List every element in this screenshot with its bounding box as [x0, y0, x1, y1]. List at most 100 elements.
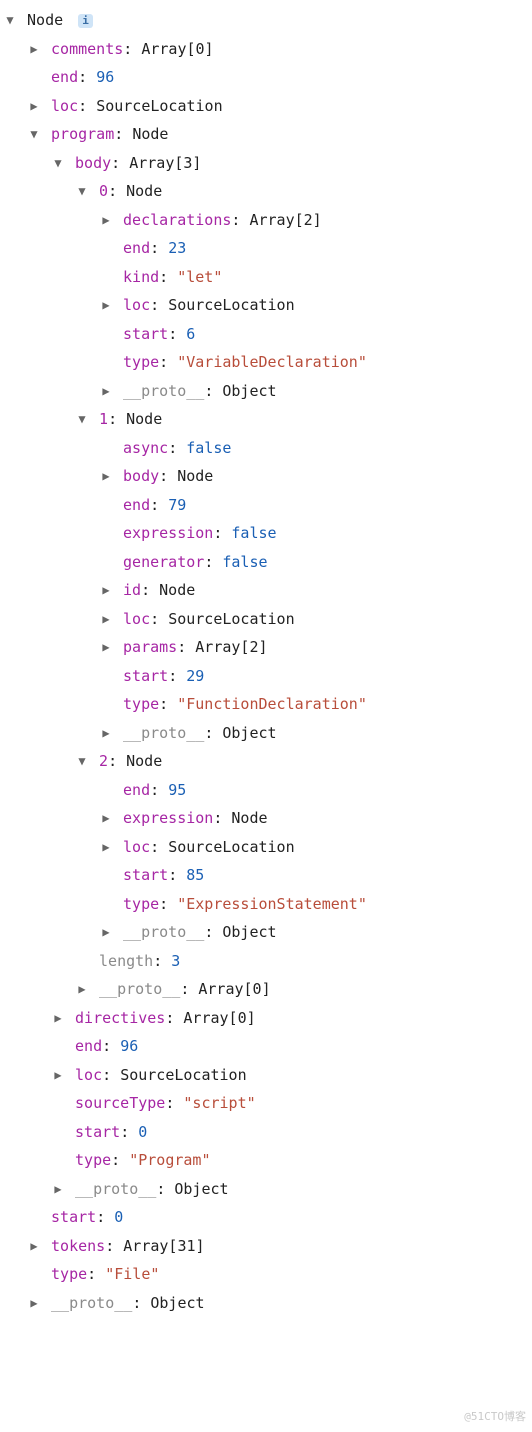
tree-row[interactable]: length: 3	[4, 947, 528, 976]
expand-arrow-closed[interactable]: ▶	[100, 579, 112, 602]
tree-row[interactable]: ▶ __proto__: Array[0]	[4, 975, 528, 1004]
tree-row[interactable]: ▶ __proto__: Object	[4, 719, 528, 748]
tree-row[interactable]: ▶ loc: SourceLocation	[4, 92, 528, 121]
expand-arrow-open[interactable]: ▼	[76, 180, 88, 203]
tree-row[interactable]: start: 85	[4, 861, 528, 890]
expand-arrow-closed[interactable]: ▶	[100, 608, 112, 631]
prop-key: __proto__	[75, 1180, 156, 1198]
tree-row[interactable]: async: false	[4, 434, 528, 463]
expand-arrow-closed[interactable]: ▶	[28, 95, 40, 118]
prop-value: 79	[168, 496, 186, 514]
expand-arrow-open[interactable]: ▼	[76, 750, 88, 773]
expand-arrow-closed[interactable]: ▶	[100, 465, 112, 488]
tree-row[interactable]: generator: false	[4, 548, 528, 577]
tree-row[interactable]: end: 79	[4, 491, 528, 520]
tree-row[interactable]: ▶ params: Array[2]	[4, 633, 528, 662]
prop-value: 29	[186, 667, 204, 685]
prop-value: Node	[231, 809, 267, 827]
expand-arrow-closed[interactable]: ▶	[100, 722, 112, 745]
prop-key: type	[123, 695, 159, 713]
expand-arrow-open[interactable]: ▼	[4, 9, 16, 32]
tree-row[interactable]: ▶ tokens: Array[31]	[4, 1232, 528, 1261]
expand-arrow-closed[interactable]: ▶	[52, 1007, 64, 1030]
tree-row[interactable]: start: 29	[4, 662, 528, 691]
expand-arrow-open[interactable]: ▼	[76, 408, 88, 431]
prop-key: program	[51, 125, 114, 143]
tree-row[interactable]: ▶ __proto__: Object	[4, 1175, 528, 1204]
tree-row[interactable]: expression: false	[4, 519, 528, 548]
tree-row[interactable]: ▶ declarations: Array[2]	[4, 206, 528, 235]
prop-key: loc	[123, 610, 150, 628]
tree-row[interactable]: ▶ directives: Array[0]	[4, 1004, 528, 1033]
tree-row[interactable]: type: "Program"	[4, 1146, 528, 1175]
prop-value: Array[0]	[141, 40, 213, 58]
tree-row[interactable]: start: 0	[4, 1203, 528, 1232]
expand-arrow-closed[interactable]: ▶	[100, 807, 112, 830]
prop-value: Node	[132, 125, 168, 143]
tree-row[interactable]: ▶ loc: SourceLocation	[4, 605, 528, 634]
expand-arrow-open[interactable]: ▼	[52, 152, 64, 175]
tree-row[interactable]: ▼ body: Array[3]	[4, 149, 528, 178]
prop-key: __proto__	[99, 980, 180, 998]
tree-row[interactable]: ▶ loc: SourceLocation	[4, 291, 528, 320]
tree-row[interactable]: start: 0	[4, 1118, 528, 1147]
tree-row[interactable]: ▶ comments: Array[0]	[4, 35, 528, 64]
prop-key: length	[99, 952, 153, 970]
expand-arrow-closed[interactable]: ▶	[52, 1178, 64, 1201]
expand-arrow-closed[interactable]: ▶	[100, 209, 112, 232]
tree-row[interactable]: end: 23	[4, 234, 528, 263]
prop-key: loc	[123, 838, 150, 856]
prop-key: 2	[99, 752, 108, 770]
prop-key: body	[123, 467, 159, 485]
prop-value: SourceLocation	[120, 1066, 246, 1084]
expand-arrow-open[interactable]: ▼	[28, 123, 40, 146]
tree-row[interactable]: ▶ id: Node	[4, 576, 528, 605]
prop-value: Array[2]	[249, 211, 321, 229]
tree-row[interactable]: ▶ __proto__: Object	[4, 918, 528, 947]
expand-arrow-closed[interactable]: ▶	[28, 38, 40, 61]
prop-value: Object	[150, 1294, 204, 1312]
prop-value: "File"	[105, 1265, 159, 1283]
tree-row[interactable]: ▶ __proto__: Object	[4, 377, 528, 406]
prop-key: declarations	[123, 211, 231, 229]
prop-value: "FunctionDeclaration"	[177, 695, 367, 713]
expand-arrow-closed[interactable]: ▶	[100, 380, 112, 403]
tree-row[interactable]: ▶ expression: Node	[4, 804, 528, 833]
tree-row[interactable]: end: 96	[4, 63, 528, 92]
tree-row[interactable]: sourceType: "script"	[4, 1089, 528, 1118]
prop-value: "script"	[183, 1094, 255, 1112]
tree-row[interactable]: type: "ExpressionStatement"	[4, 890, 528, 919]
tree-row[interactable]: type: "VariableDeclaration"	[4, 348, 528, 377]
tree-row[interactable]: ▶ body: Node	[4, 462, 528, 491]
prop-key: end	[123, 496, 150, 514]
tree-row[interactable]: ▼ 2: Node	[4, 747, 528, 776]
tree-row[interactable]: ▼ 0: Node	[4, 177, 528, 206]
expand-arrow-closed[interactable]: ▶	[100, 636, 112, 659]
expand-arrow-closed[interactable]: ▶	[100, 836, 112, 859]
prop-value: 6	[186, 325, 195, 343]
tree-row[interactable]: ▼ program: Node	[4, 120, 528, 149]
expand-arrow-closed[interactable]: ▶	[76, 978, 88, 1001]
tree-row[interactable]: kind: "let"	[4, 263, 528, 292]
info-badge-icon[interactable]: i	[78, 14, 93, 28]
tree-row[interactable]: start: 6	[4, 320, 528, 349]
expand-arrow-closed[interactable]: ▶	[52, 1064, 64, 1087]
tree-row[interactable]: ▼ 1: Node	[4, 405, 528, 434]
tree-row[interactable]: type: "File"	[4, 1260, 528, 1289]
tree-row-root[interactable]: ▼ Node i	[4, 6, 528, 35]
tree-row[interactable]: end: 95	[4, 776, 528, 805]
watermark-label: @51CTO博客	[464, 1407, 526, 1428]
expand-arrow-closed[interactable]: ▶	[100, 921, 112, 944]
tree-row[interactable]: end: 96	[4, 1032, 528, 1061]
tree-row[interactable]: type: "FunctionDeclaration"	[4, 690, 528, 719]
prop-key: comments	[51, 40, 123, 58]
expand-arrow-closed[interactable]: ▶	[28, 1292, 40, 1315]
prop-key: __proto__	[51, 1294, 132, 1312]
expand-arrow-closed[interactable]: ▶	[100, 294, 112, 317]
expand-arrow-closed[interactable]: ▶	[28, 1235, 40, 1258]
tree-row[interactable]: ▶ loc: SourceLocation	[4, 833, 528, 862]
tree-row[interactable]: ▶ __proto__: Object	[4, 1289, 528, 1318]
prop-key: start	[123, 325, 168, 343]
tree-row[interactable]: ▶ loc: SourceLocation	[4, 1061, 528, 1090]
prop-value: Array[31]	[123, 1237, 204, 1255]
